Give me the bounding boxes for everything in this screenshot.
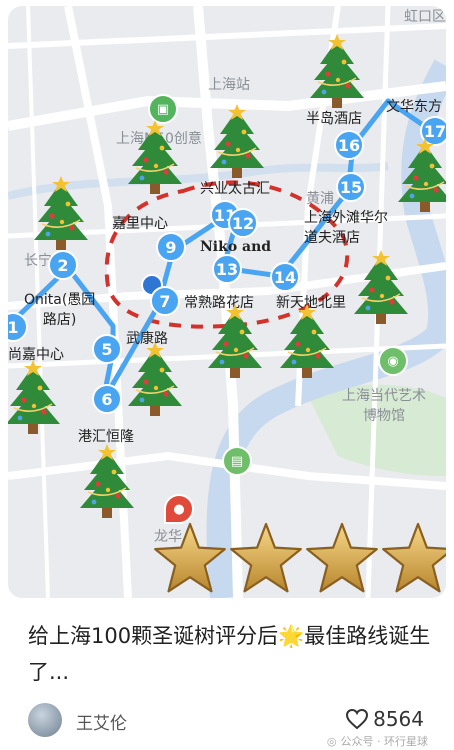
map-label-niko: Niko and bbox=[200, 239, 272, 255]
christmas-tree-icon bbox=[279, 304, 335, 379]
post-title[interactable]: 给上海100颗圣诞树评分后🌟最佳路线诞生了... bbox=[28, 618, 438, 690]
route-marker-12[interactable]: 12 bbox=[228, 208, 258, 238]
route-marker-13[interactable]: 13 bbox=[212, 254, 242, 284]
christmas-tree-icon bbox=[353, 250, 409, 325]
map-label-waldorf: 上海外滩华尔 道夫酒店 bbox=[304, 210, 388, 246]
star-icon bbox=[154, 522, 226, 593]
heart-icon bbox=[346, 708, 369, 730]
christmas-tree-icon bbox=[8, 360, 61, 435]
pin-poi-icon[interactable]: ● bbox=[164, 494, 194, 524]
gallery-poi-icon[interactable]: ▤ bbox=[222, 446, 252, 476]
map-label-mandarin: 文华东方 bbox=[386, 99, 442, 115]
map-image-card[interactable]: 虹口区 上海站 上海M50创意 兴业太古汇 嘉里中心 Niko and 黄浦 半… bbox=[8, 6, 446, 598]
like-button[interactable]: 8564 bbox=[345, 707, 424, 731]
museum-poi-icon[interactable]: ◉ bbox=[378, 346, 408, 376]
wechat-icon: ◎ bbox=[326, 734, 337, 748]
watermark: ◎ 公众号 · 环行星球 bbox=[327, 733, 428, 749]
author-name[interactable]: 王艾伦 bbox=[76, 709, 127, 734]
like-count: 8564 bbox=[373, 707, 424, 731]
post-footer: 王艾伦 8564 ◎ 公众号 · 环行星球 bbox=[28, 703, 438, 748]
route-marker-2[interactable]: 2 bbox=[48, 250, 78, 280]
avatar[interactable] bbox=[28, 703, 62, 737]
christmas-tree-icon bbox=[309, 34, 365, 109]
map-label-jiali: 嘉里中心 bbox=[112, 216, 168, 232]
star-icon bbox=[230, 522, 302, 593]
christmas-tree-icon bbox=[397, 138, 446, 213]
map-label-shanghai-station: 上海站 bbox=[208, 77, 250, 93]
star-icon bbox=[382, 522, 446, 593]
route-marker-6[interactable]: 6 bbox=[92, 384, 122, 414]
map-label-hongkou: 虹口区 bbox=[404, 9, 446, 25]
route-marker-14[interactable]: 14 bbox=[270, 262, 300, 292]
rating-stars bbox=[153, 521, 446, 595]
route-marker-15[interactable]: 15 bbox=[336, 172, 366, 202]
route-marker-7[interactable]: 7 bbox=[150, 286, 180, 316]
map-label-gangui: 港汇恒隆 bbox=[78, 429, 134, 445]
christmas-tree-icon bbox=[33, 176, 89, 251]
route-marker-16[interactable]: 16 bbox=[334, 130, 364, 160]
christmas-tree-icon bbox=[127, 342, 183, 417]
christmas-tree-icon bbox=[79, 444, 135, 519]
christmas-tree-icon bbox=[209, 104, 265, 179]
map-label-onita: Onita(愚园 路店) bbox=[24, 292, 96, 328]
route-marker-5[interactable]: 5 bbox=[92, 334, 122, 364]
map-label-huangpu: 黄浦 bbox=[306, 191, 334, 207]
christmas-tree-icon bbox=[207, 304, 263, 379]
watermark-text: 公众号 · 环行星球 bbox=[340, 735, 429, 748]
christmas-tree-icon bbox=[127, 120, 183, 195]
route-marker-9[interactable]: 9 bbox=[156, 232, 186, 262]
map-label-psa: 上海当代艺术 博物馆 bbox=[342, 388, 426, 424]
star-icon bbox=[306, 522, 378, 593]
